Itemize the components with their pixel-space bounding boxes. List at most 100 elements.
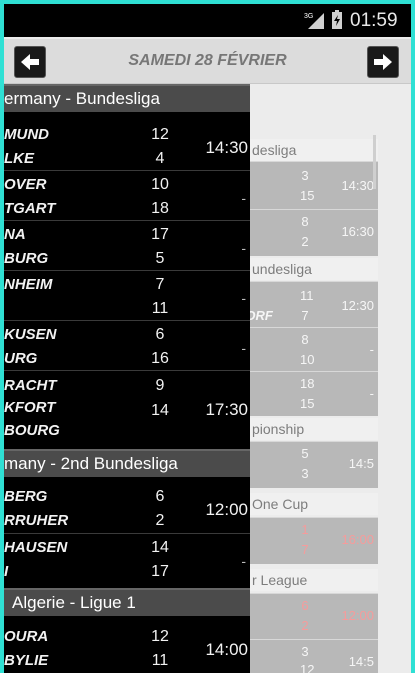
away-score: 18	[151, 200, 169, 217]
match-time: -	[241, 340, 246, 356]
home-score: 1	[301, 522, 309, 537]
match-row[interactable]: 8 2 16:30	[236, 209, 378, 256]
away-score: 15	[300, 396, 315, 411]
league-header: r League	[236, 569, 378, 591]
match-time: -	[241, 240, 246, 256]
away-score: 14	[151, 402, 169, 419]
home-score: 17	[151, 226, 169, 243]
league-header: One Cup	[236, 493, 378, 515]
home-team: MUND	[4, 126, 49, 143]
match-row[interactable]: RACHT KFORT BOURG 9 14 17:30	[4, 371, 250, 443]
team-name: KFORT	[4, 399, 56, 416]
away-score: 12	[300, 662, 315, 673]
league-header[interactable]: Algerie - Ligue 1	[4, 588, 250, 616]
match-time: 14:5	[348, 654, 374, 669]
clock: 01:59	[350, 10, 398, 31]
previous-day-button[interactable]	[14, 46, 46, 78]
background-match-list: desliga 3 15 14:30 8 2 16:30 undesliga D…	[236, 129, 378, 673]
home-score: 6	[301, 598, 309, 613]
home-team: KUSEN	[4, 326, 57, 343]
background-scrollbar[interactable]	[373, 135, 376, 189]
away-score: 16	[151, 350, 169, 367]
league-header: pionship	[236, 418, 378, 440]
match-time: 16:30	[341, 224, 374, 239]
away-score: 10	[300, 352, 315, 367]
next-day-button[interactable]	[367, 46, 399, 78]
league-header: desliga	[236, 139, 378, 161]
match-time: 14:00	[205, 640, 248, 659]
away-score: 2	[301, 234, 309, 249]
match-time: 12:30	[341, 298, 374, 313]
home-score: 10	[151, 176, 169, 193]
match-time: -	[241, 190, 246, 206]
match-time: 12:00	[205, 500, 248, 519]
match-time: -	[241, 290, 246, 306]
match-time: -	[369, 342, 374, 357]
match-row[interactable]: 8 10 -	[236, 327, 378, 372]
match-time: 16:00	[341, 532, 374, 547]
match-row[interactable]: DORF 11 7 12:30	[236, 281, 378, 328]
away-team: BYLIE	[4, 652, 49, 669]
home-team: OVER	[4, 176, 47, 193]
match-row[interactable]: NHEIM 7 11 -	[4, 271, 250, 321]
home-score: 3	[301, 168, 309, 183]
match-row[interactable]: 3 12 14:5	[236, 639, 378, 673]
home-score: 18	[300, 376, 315, 391]
home-score: 5	[301, 446, 309, 461]
away-score: 2	[301, 618, 309, 633]
home-team: BERG	[4, 488, 48, 505]
svg-text:3G: 3G	[304, 13, 313, 20]
home-team: OURA	[4, 628, 49, 645]
home-score: 6	[155, 488, 165, 505]
navigation-drawer[interactable]: ermany - Bundesliga MUND LKE 12 4 14:30 …	[4, 84, 250, 673]
away-score: 4	[155, 150, 165, 167]
league-header[interactable]: ermany - Bundesliga	[4, 84, 250, 112]
home-score: 8	[301, 214, 309, 229]
home-score: 7	[155, 276, 165, 293]
away-team: RRUHER	[4, 512, 69, 529]
league-name: Algerie - Ligue 1	[12, 593, 136, 612]
date-title: SAMEDI 28 FÉVRIER	[128, 52, 287, 69]
match-row[interactable]: 6 2 12:00	[236, 593, 378, 640]
away-team: BOURG	[4, 422, 60, 439]
away-score: 7	[301, 308, 309, 323]
match-row[interactable]: MUND LKE 12 4 14:30	[4, 121, 250, 171]
match-row[interactable]: 1 7 16:00	[236, 517, 378, 564]
away-team: BURG	[4, 250, 49, 267]
date-bar: SAMEDI 28 FÉVRIER	[4, 39, 411, 84]
match-row[interactable]: 3 15 14:30	[236, 161, 378, 210]
match-row[interactable]: KUSEN URG 6 16 -	[4, 321, 250, 371]
home-team: RACHT	[4, 377, 57, 394]
battery-icon	[332, 10, 342, 29]
league-name: ermany - Bundesliga	[4, 89, 160, 108]
away-score: 5	[155, 250, 165, 267]
league-header[interactable]: many - 2nd Bundesliga	[4, 449, 250, 477]
match-row[interactable]: HAUSEN I 14 17 -	[4, 534, 250, 584]
match-time: 14:5	[348, 456, 374, 471]
away-score: 11	[151, 300, 169, 317]
match-row[interactable]: 5 3 14:5	[236, 441, 378, 488]
away-score: 17	[151, 563, 169, 580]
away-team: URG	[4, 350, 38, 367]
match-time: -	[241, 553, 246, 569]
match-row[interactable]: OURA BYLIE 12 11 14:00	[4, 623, 250, 673]
home-team: HAUSEN	[4, 539, 68, 556]
match-row[interactable]: OVER TGART 10 18 -	[4, 171, 250, 221]
home-score: 12	[151, 628, 169, 645]
away-score: 7	[301, 542, 309, 557]
away-team: I	[4, 563, 9, 580]
match-row[interactable]: 18 15 -	[236, 371, 378, 416]
home-score: 12	[151, 126, 169, 143]
away-team: TGART	[4, 200, 56, 217]
match-row[interactable]: NA BURG 17 5 -	[4, 221, 250, 271]
home-score: 14	[151, 539, 169, 556]
match-time: -	[369, 386, 374, 401]
home-score: 11	[300, 288, 314, 303]
home-score: 3	[301, 644, 309, 659]
match-row[interactable]: BERG RRUHER 6 2 12:00	[4, 484, 250, 534]
home-team: NA	[4, 226, 26, 243]
away-team: LKE	[4, 150, 34, 167]
status-bar: 3G 01:59	[4, 4, 411, 37]
screen: 3G 01:59 SAMEDI 28 FÉVRIER desliga 3 15	[4, 4, 411, 673]
home-score: 8	[301, 332, 309, 347]
